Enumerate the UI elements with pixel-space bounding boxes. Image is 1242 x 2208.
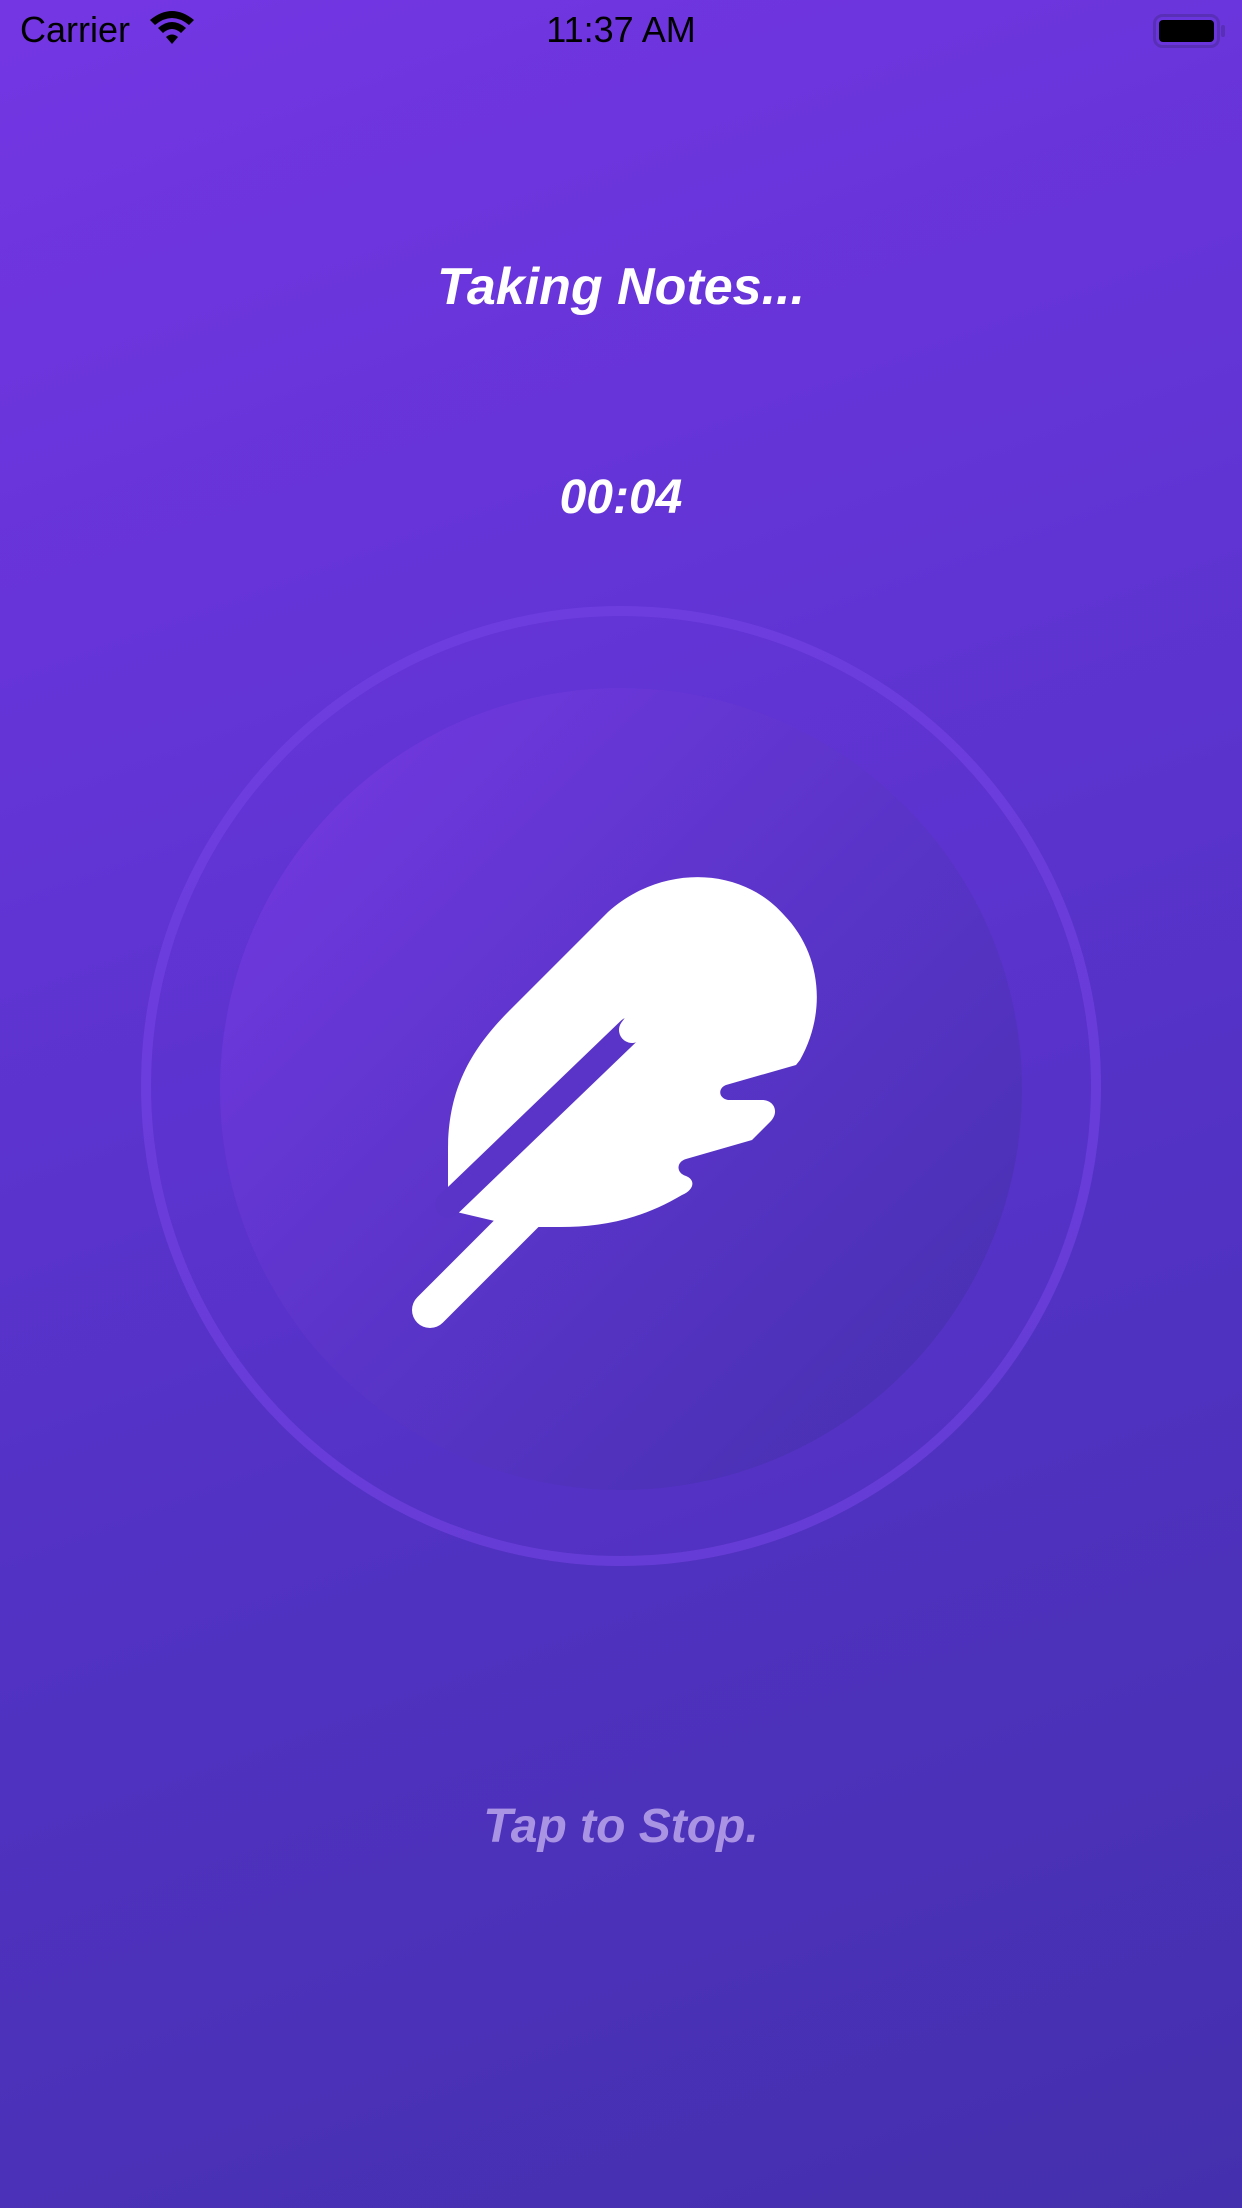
battery-icon [1153,14,1225,48]
status-bar: Carrier 11:37 AM [0,0,1242,60]
tap-to-stop-hint: Tap to Stop. [483,1800,759,1853]
status-time: 11:37 AM [546,9,696,50]
feather-icon [412,877,817,1328]
note-taking-screen: Carrier 11:37 AM Taking Notes... 00:04 T… [0,0,1242,2208]
elapsed-timer: 00:04 [559,471,683,524]
page-title: Taking Notes... [437,258,805,316]
